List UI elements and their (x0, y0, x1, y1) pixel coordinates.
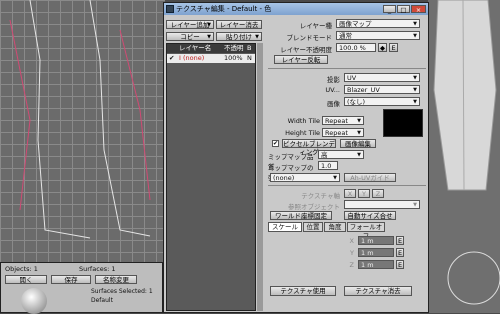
surface-name: Default (91, 297, 113, 304)
envelope-button[interactable]: E (389, 43, 398, 52)
surfaces-count: Surfaces: 1 (79, 265, 116, 273)
image-dropdown[interactable]: (なし) (344, 97, 420, 106)
texture-editor-window: テクスチャ編集 - Default - 色 _ □ × レイヤー追加 レイヤー消… (163, 2, 429, 313)
rename-button[interactable]: 名称変更 (95, 275, 137, 284)
scale-z-field[interactable]: 1 m (358, 260, 394, 269)
layer-name: I (none) (179, 54, 205, 62)
axis-z-button[interactable]: Z (372, 189, 384, 198)
scale-x-envelope-button[interactable]: E (396, 236, 404, 245)
tab-falloff[interactable]: フォールオフ (347, 222, 385, 240)
tab-scale[interactable]: スケール (268, 222, 302, 232)
layer-type-dropdown[interactable]: 画像マップ (336, 19, 420, 28)
layer-opacity: 100% (224, 54, 243, 62)
uv-guide-button[interactable]: Ah-UVガイド (344, 173, 396, 182)
slider-arrows-icon[interactable]: ◆ (378, 43, 387, 52)
scale-z-label: Z (349, 261, 354, 269)
layer-opacity-label: レイヤー不透明度 (280, 46, 332, 54)
header-blend: B (247, 44, 252, 52)
remove-layer-button[interactable]: レイヤー消去 (216, 20, 262, 29)
image-label: 画像 (327, 100, 340, 108)
app-icon (166, 5, 174, 13)
tab-rotation[interactable]: 角度 (324, 222, 346, 232)
scale-y-envelope-button[interactable]: E (396, 248, 404, 257)
viewport-right[interactable] (428, 0, 500, 313)
image-preview[interactable] (383, 109, 423, 137)
mipmap-strength-field[interactable]: 1.0 (318, 161, 338, 170)
pixel-blend-button[interactable]: ピクセルブレンディング (282, 139, 336, 156)
divider (268, 68, 426, 69)
surfaces-selected: Surfaces Selected: 1 (91, 288, 153, 295)
mipmap-quality-dropdown[interactable]: 高 (318, 150, 364, 159)
surface-editor-panel: Objects: 1 Surfaces: 1 開く 保存 名称変更 Surfac… (0, 262, 163, 314)
projection-label: 投影 (327, 76, 340, 84)
header-name: レイヤー名 (179, 44, 212, 52)
layer-check-icon[interactable]: ✔ (169, 54, 174, 63)
blend-mode-dropdown[interactable]: 通常 (336, 31, 420, 40)
surface-preview-sphere (21, 288, 47, 314)
scale-x-field[interactable]: 1 m (358, 236, 394, 245)
use-texture-button[interactable]: テクスチャ使用 (270, 286, 336, 296)
divider (268, 185, 426, 186)
objects-count: Objects: 1 (5, 265, 38, 273)
scale-y-field[interactable]: 1 m (358, 248, 394, 257)
header-opacity: 不透明 (224, 44, 244, 52)
scale-z-envelope-button[interactable]: E (396, 260, 404, 269)
layer-list[interactable]: レイヤー名 不透明 B ✔ I (none) 100% N (166, 43, 256, 311)
maximize-button[interactable]: □ (397, 5, 410, 14)
world-coords-button[interactable]: ワールド座標固定 (270, 211, 332, 220)
reference-object-dropdown[interactable] (344, 200, 420, 209)
reference-object-label: 参照オブジェクト (288, 203, 340, 211)
uv-map-label: UV... (325, 86, 340, 94)
height-tile-label: Height Tile (285, 129, 320, 137)
height-tile-dropdown[interactable]: Repeat (322, 128, 364, 137)
axis-x-button[interactable]: X (344, 189, 356, 198)
texture-axis-label: テクスチャ軸 (301, 192, 340, 200)
projection-dropdown[interactable]: UV (344, 73, 420, 82)
layer-blend: N (247, 54, 252, 62)
minimize-button[interactable]: _ (383, 5, 396, 14)
edit-image-button[interactable]: 画像編集 (340, 139, 376, 148)
layer-row[interactable]: ✔ I (none) 100% N (167, 54, 255, 63)
remove-texture-button[interactable]: テクスチャ消去 (344, 286, 412, 296)
close-button[interactable]: × (411, 5, 426, 14)
add-layer-dropdown[interactable]: レイヤー追加 (166, 20, 214, 29)
uv-map-dropdown[interactable]: Blazer_UV (344, 85, 420, 94)
axis-y-button[interactable]: Y (358, 189, 370, 198)
tab-position[interactable]: 位置 (303, 222, 323, 232)
open-button[interactable]: 開く (5, 275, 47, 284)
window-title: テクスチャ編集 - Default - 色 (176, 5, 272, 13)
pixel-blend-checkbox[interactable]: ✔ (272, 140, 279, 147)
splitter-handle[interactable] (257, 43, 263, 311)
copy-dropdown[interactable]: コピー (166, 32, 214, 41)
none-dropdown[interactable]: (none) (270, 173, 340, 182)
width-tile-label: Width Tile (287, 117, 320, 125)
layer-type-label: レイヤー種 (299, 22, 332, 30)
layer-opacity-field[interactable]: 100.0 % (336, 43, 376, 52)
width-tile-dropdown[interactable]: Repeat (322, 116, 364, 125)
scale-x-label: X (349, 237, 354, 245)
invert-layer-button[interactable]: レイヤー反転 (274, 55, 328, 64)
paste-dropdown[interactable]: 貼り付け (216, 32, 262, 41)
scale-y-label: Y (350, 249, 354, 257)
layer-list-header: レイヤー名 不透明 B (167, 44, 255, 53)
save-button[interactable]: 保存 (51, 275, 91, 284)
jacket-render (433, 0, 500, 305)
auto-size-button[interactable]: 自動サイズ合せ (344, 211, 396, 220)
blend-mode-label: ブレンドモード (286, 34, 333, 42)
